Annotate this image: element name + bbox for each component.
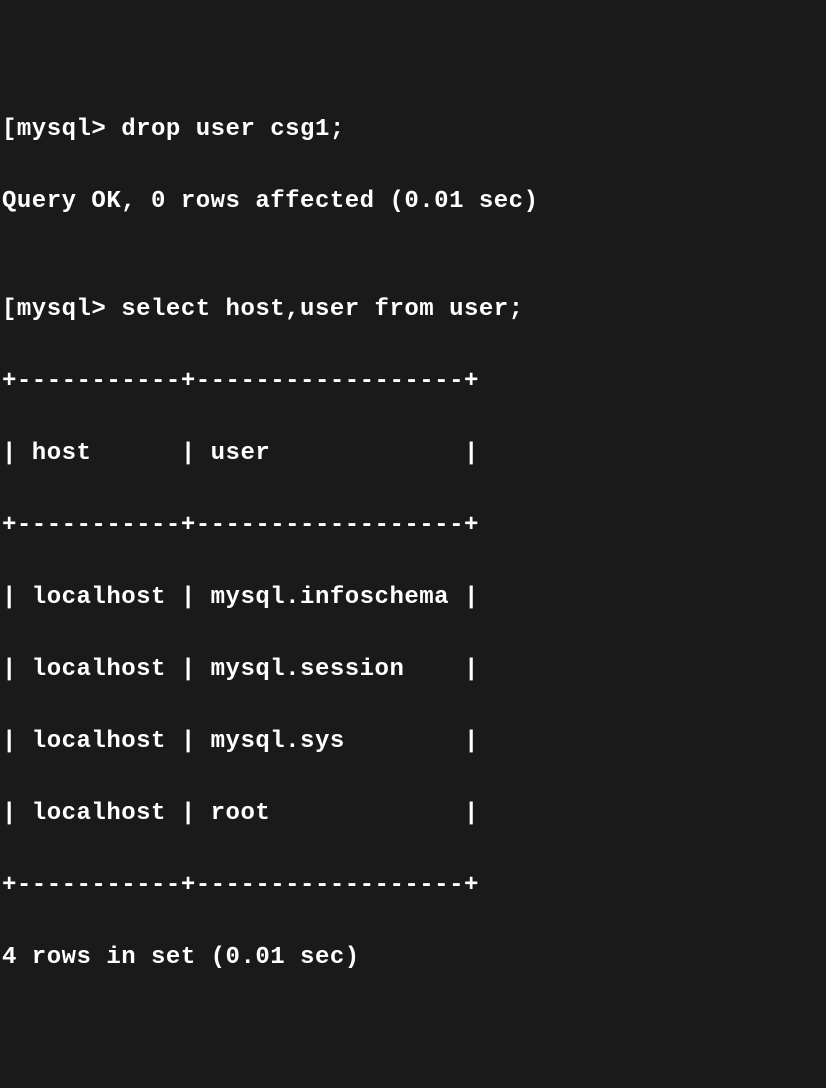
table-row: | localhost | mysql.sys |	[2, 724, 824, 760]
table-border-bot: +-----------+------------------+	[2, 868, 824, 904]
table-row: | localhost | mysql.infoschema |	[2, 580, 824, 616]
query-result-2: 4 rows in set (0.01 sec)	[2, 940, 824, 976]
sql-command-select: select host,user from user;	[121, 296, 523, 323]
mysql-prompt: [mysql>	[2, 116, 121, 143]
prompt-line-1: [mysql> drop user csg1;	[2, 112, 824, 148]
prompt-line-2: [mysql> select host,user from user;	[2, 292, 824, 328]
table-row: | localhost | root |	[2, 796, 824, 832]
table-row: | localhost | mysql.session |	[2, 652, 824, 688]
table-border-mid: +-----------+------------------+	[2, 508, 824, 544]
table-header: | host | user |	[2, 436, 824, 472]
sql-command-drop-user: drop user csg1;	[121, 116, 345, 143]
table-border-top: +-----------+------------------+	[2, 364, 824, 400]
query-result-1: Query OK, 0 rows affected (0.01 sec)	[2, 184, 824, 220]
mysql-prompt: [mysql>	[2, 296, 121, 323]
